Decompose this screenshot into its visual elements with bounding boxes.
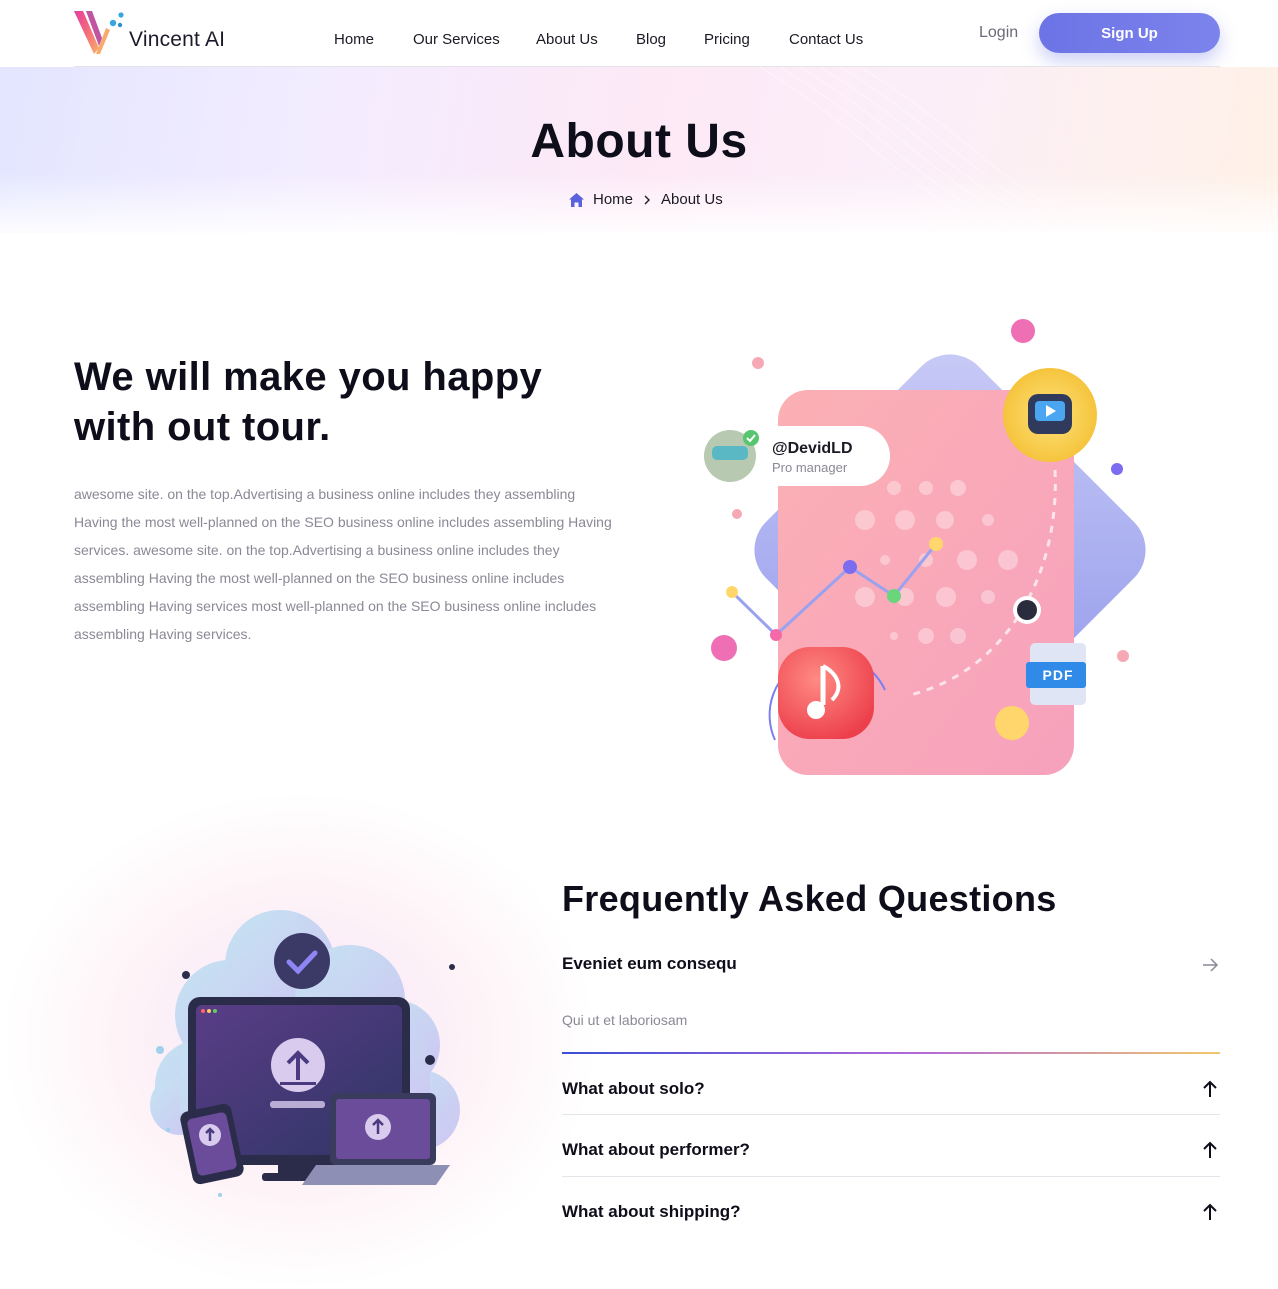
site-header: Vincent AI Home Our Services About Us Bl…: [0, 0, 1278, 67]
faq-divider: [562, 1176, 1220, 1177]
faq-divider: [562, 1114, 1220, 1115]
nav-home[interactable]: Home: [334, 31, 374, 48]
page-title: About Us: [530, 115, 748, 168]
nav-contact-us[interactable]: Contact Us: [789, 31, 863, 48]
devices-upload-graphic: [150, 910, 460, 1197]
login-link[interactable]: Login: [979, 24, 1018, 42]
faq-item[interactable]: What about performer?: [562, 1140, 1220, 1160]
faq-question: Eveniet eum consequ: [562, 954, 737, 973]
faq-question: What about performer?: [562, 1140, 750, 1159]
breadcrumb-home[interactable]: Home: [593, 191, 633, 208]
logo-mark-icon: [74, 11, 124, 54]
profile-role: Pro manager: [772, 460, 848, 475]
faq-item[interactable]: Eveniet eum consequ: [562, 954, 1220, 974]
arrow-up-icon[interactable]: [1200, 1140, 1220, 1160]
arrow-up-icon[interactable]: [1200, 1202, 1220, 1222]
pdf-badge-label: PDF: [1042, 667, 1074, 683]
hero-illustration-graphic: [700, 319, 1146, 775]
faq-question: What about shipping?: [562, 1202, 741, 1221]
arrow-right-icon[interactable]: [1200, 955, 1220, 975]
faq-answer: Qui ut et laboriosam: [562, 1012, 688, 1028]
brand-logo[interactable]: Vincent AI: [74, 10, 234, 56]
profile-handle: @DevidLD: [772, 440, 853, 457]
nav-about-us[interactable]: About Us: [536, 31, 598, 48]
chevron-right-icon: [644, 195, 651, 204]
faq-active-divider: [562, 1052, 1220, 1054]
nav-our-services[interactable]: Our Services: [413, 31, 500, 48]
faq-heading: Frequently Asked Questions: [562, 878, 1057, 919]
brand-name: Vincent AI: [129, 28, 226, 51]
nav-blog[interactable]: Blog: [636, 31, 666, 48]
devices-illustration: [140, 905, 470, 1205]
faq-item[interactable]: What about shipping?: [562, 1202, 1220, 1222]
intro-heading: We will make you happy with out tour.: [74, 355, 543, 449]
home-icon: [569, 192, 584, 207]
faq-question: What about solo?: [562, 1079, 705, 1098]
hero-illustration: @DevidLD Pro manager PDF: [690, 310, 1180, 800]
signup-button[interactable]: Sign Up: [1039, 13, 1220, 53]
arrow-up-icon[interactable]: [1200, 1079, 1220, 1099]
faq-item[interactable]: What about solo?: [562, 1079, 1220, 1099]
nav-pricing[interactable]: Pricing: [704, 31, 750, 48]
breadcrumb: Home About Us: [568, 191, 723, 208]
breadcrumb-current: About Us: [661, 191, 723, 208]
intro-paragraph: awesome site. on the top.Advertising a b…: [74, 486, 612, 642]
